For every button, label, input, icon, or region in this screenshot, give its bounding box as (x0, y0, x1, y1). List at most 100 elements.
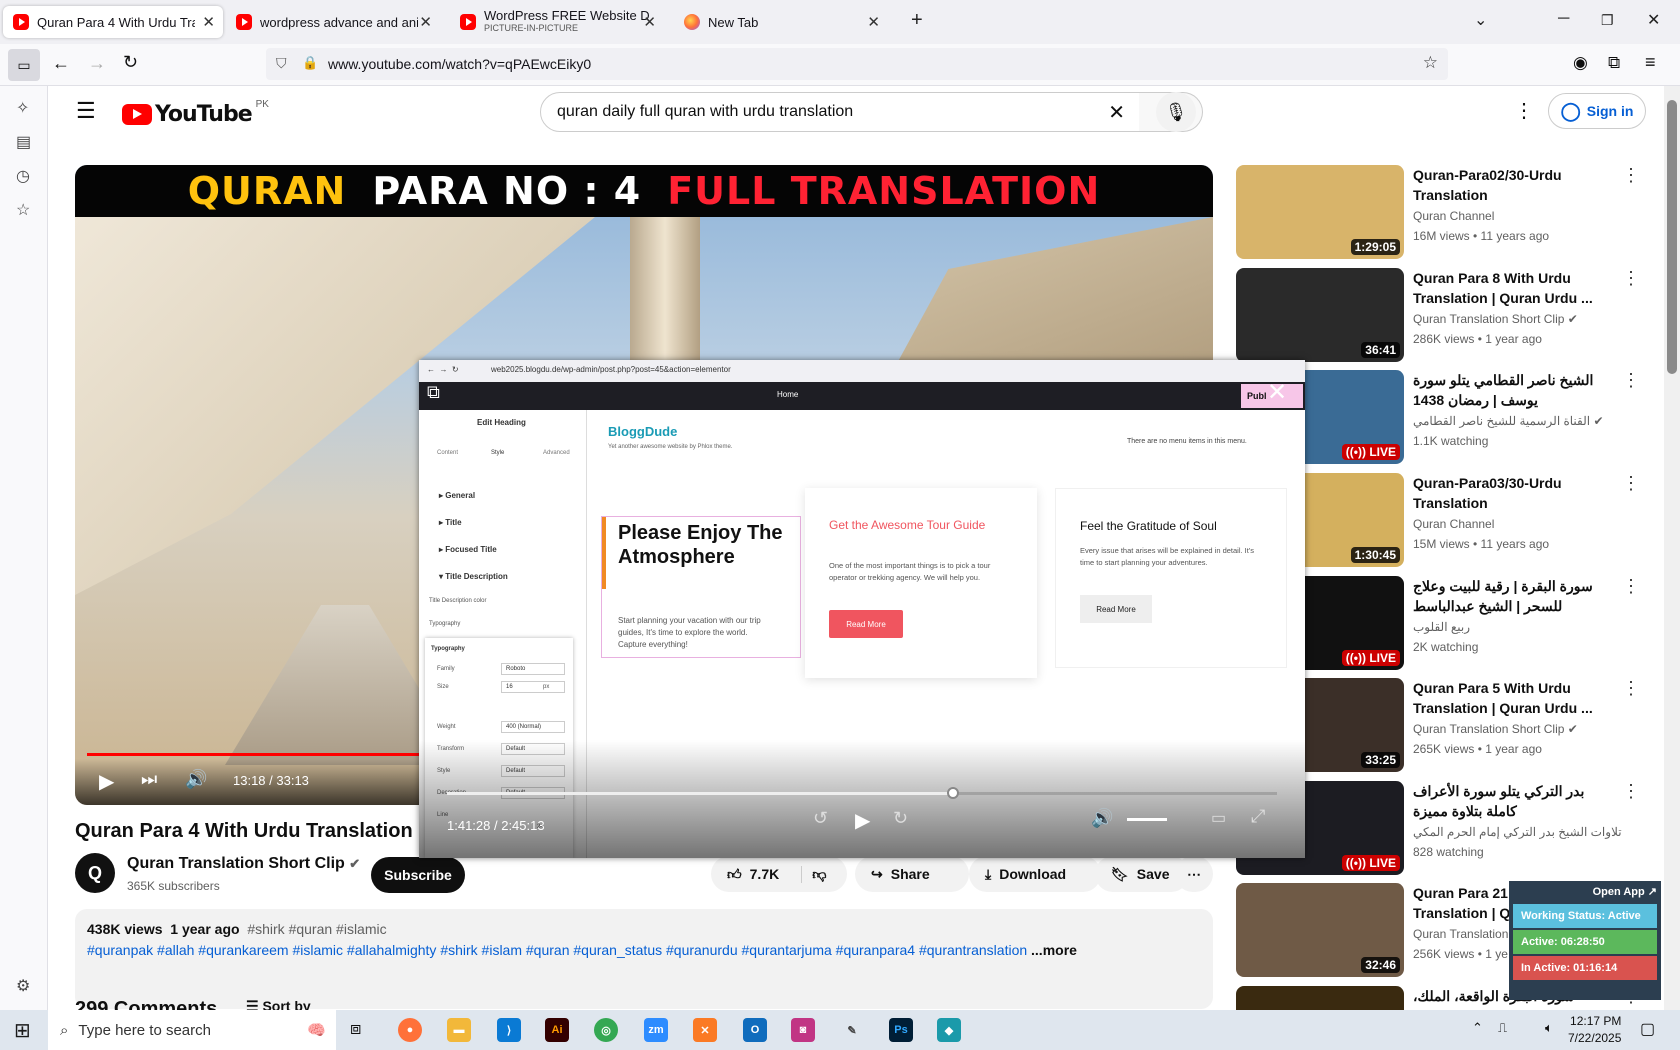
dislike-icon[interactable]: 👎︎ (801, 865, 826, 883)
tab-youtube-quran-para4[interactable]: Quran Para 4 With Urdu Translati ✕ (3, 6, 223, 38)
related-video-title[interactable]: Quran-Para03/30-Urdu Translation (1413, 473, 1603, 513)
pip-captions-icon[interactable]: ▭ (1211, 808, 1226, 828)
new-tab-button[interactable]: + (911, 9, 923, 32)
settings-more-icon[interactable]: ⋮ (1514, 98, 1534, 123)
related-more-icon[interactable]: ⋮ (1622, 473, 1640, 494)
windows-start-icon[interactable]: ⊞ (14, 1018, 31, 1043)
related-video-item[interactable]: 1:29:05 Quran-Para02/30-Urdu Translation… (1236, 165, 1640, 259)
related-video-item[interactable]: 32:46 Quran Para 21 With Urdu Translatio… (1236, 883, 1640, 977)
show-more-link[interactable]: ...more (1031, 942, 1077, 958)
related-channel[interactable]: القناة الرسمية للشيخ ناصر القطامي ✔ (1413, 414, 1604, 428)
xampp-icon[interactable]: ✕ (693, 1018, 717, 1042)
related-more-icon[interactable]: ⋮ (1622, 781, 1640, 802)
youtube-logo[interactable]: YouTube PK (122, 99, 269, 127)
url-text[interactable]: www.youtube.com/watch?v=qPAEwcEiky0 (328, 56, 591, 72)
tab-wordpress-free-website[interactable]: WordPress FREE Website Design PICTURE-IN… (450, 6, 664, 38)
sidebar-toggle-icon[interactable]: ▭ (8, 49, 40, 81)
ai-chat-icon[interactable]: ✧ (16, 98, 29, 118)
illustrator-icon[interactable]: Ai (545, 1018, 569, 1042)
channel-name[interactable]: Quran Translation Short Clip ✔ (127, 855, 360, 873)
related-more-icon[interactable]: ⋮ (1622, 678, 1640, 699)
task-view-icon[interactable]: ⧈ (350, 1018, 361, 1039)
bookmarks-icon[interactable]: ☆ (16, 200, 30, 220)
related-more-icon[interactable]: ⋮ (1622, 165, 1640, 186)
subscribe-button[interactable]: Subscribe (371, 857, 465, 893)
instagram-icon[interactable]: ◙ (791, 1018, 815, 1042)
file-explorer-icon[interactable]: ▬ (447, 1018, 471, 1042)
pip-volume-icon[interactable]: 🔊 (1091, 808, 1113, 829)
taskbar-search-placeholder[interactable]: Type here to search (78, 1022, 211, 1039)
vscode-icon[interactable]: ⟩ (497, 1018, 521, 1042)
close-tab-icon[interactable]: ✕ (867, 13, 880, 31)
taskbar-search-box[interactable]: ⌕ Type here to search 🧠 (48, 1010, 336, 1050)
clear-search-icon[interactable]: ✕ (1108, 100, 1125, 125)
more-actions-button[interactable]: ⋯ (1175, 856, 1213, 892)
related-more-icon[interactable]: ⋮ (1622, 370, 1640, 391)
close-tab-icon[interactable]: ✕ (419, 13, 432, 31)
like-button[interactable]: 👍︎ 7.7K 👎︎ (711, 856, 847, 892)
pip-play-icon[interactable]: ▶ (855, 808, 870, 833)
tab-wordpress-advance[interactable]: wordpress advance and animat ✕ (226, 6, 440, 38)
pen-tool-icon[interactable]: ✎ (840, 1018, 864, 1042)
related-more-icon[interactable]: ⋮ (1622, 576, 1640, 597)
forward-arrow-icon[interactable]: → (88, 53, 106, 74)
description-box[interactable]: 438K views 1 year ago #shirk #quran #isl… (75, 909, 1213, 1009)
voice-search-mic-icon[interactable]: 🎙 (1156, 92, 1196, 132)
related-video-title[interactable]: سورة البقرة | رقية للبيت وعلاج للسحر | ا… (1413, 576, 1603, 616)
network-icon[interactable]: ⎍ (1498, 1020, 1507, 1036)
volume-icon[interactable]: 🔊 (185, 769, 207, 790)
related-video-title[interactable]: Quran Para 5 With Urdu Translation | Qur… (1413, 678, 1603, 718)
extensions-icon[interactable]: ⧉ (1608, 53, 1620, 73)
related-video-title[interactable]: Quran Para 8 With Urdu Translation | Qur… (1413, 268, 1603, 308)
related-channel[interactable]: تلاوات الشيخ بدر التركي إمام الحرم المكي (1413, 825, 1622, 839)
scrollbar-thumb[interactable] (1667, 100, 1677, 374)
close-tab-icon[interactable]: ✕ (202, 13, 215, 31)
speaker-icon[interactable]: 🔈︎ (1545, 1020, 1553, 1036)
synced-tabs-icon[interactable]: ▤ (16, 132, 31, 152)
hashtags[interactable]: #quranpak #allah #qurankareem #islamic #… (87, 942, 1027, 958)
search-query[interactable]: quran daily full quran with urdu transla… (557, 103, 853, 120)
download-button[interactable]: ⤓ Download (969, 856, 1101, 892)
firefox-taskbar-icon[interactable]: ● (398, 1018, 422, 1042)
taskbar-clock[interactable]: 12:17 PM 7/22/2025 (1568, 1013, 1621, 1047)
app-menu-icon[interactable]: ≡ (1645, 52, 1656, 73)
account-icon[interactable]: ◉ (1573, 53, 1588, 73)
reload-icon[interactable]: ↻ (123, 52, 138, 73)
notification-icon[interactable]: ▢ (1640, 1019, 1655, 1039)
related-video-title[interactable]: الشيخ ناصر القطامي يتلو سورة يوسف | رمضا… (1413, 370, 1603, 410)
pip-rewind-icon[interactable]: ↺ (813, 808, 828, 829)
video-thumbnail[interactable]: 36:41 (1236, 268, 1404, 362)
restore-window-button[interactable]: ❐ (1601, 12, 1614, 29)
related-channel[interactable]: Quran Translation Short Clip ✔ (1413, 722, 1578, 736)
pip-return-tab-icon[interactable]: ⧉ (427, 382, 459, 410)
pip-progress-bar[interactable] (447, 787, 1277, 799)
minimize-window-button[interactable]: ─ (1558, 10, 1569, 28)
video-thumbnail[interactable]: 32:46 (1236, 883, 1404, 977)
play-icon[interactable]: ▶ (99, 769, 114, 794)
picture-in-picture-window[interactable]: ← → ↻ web2025.blogdu.de/wp-admin/post.ph… (419, 360, 1305, 858)
pip-forward-icon[interactable]: ↻ (893, 808, 908, 829)
url-bar[interactable]: ⛉ 🔒 www.youtube.com/watch?v=qPAEwcEiky0 … (266, 48, 1448, 80)
history-icon[interactable]: ◷ (16, 166, 30, 186)
share-button[interactable]: ↪ Share (855, 856, 969, 892)
pip-volume-slider[interactable] (1127, 818, 1167, 821)
related-more-icon[interactable]: ⋮ (1622, 268, 1640, 289)
related-video-title[interactable]: Quran-Para02/30-Urdu Translation (1413, 165, 1603, 205)
related-channel[interactable]: Quran Channel (1413, 517, 1494, 531)
tray-chevron-icon[interactable]: ⌃ (1472, 1020, 1483, 1036)
hamburger-menu-icon[interactable]: ☰ (76, 98, 96, 124)
back-arrow-icon[interactable]: ← (52, 53, 70, 74)
related-video-item[interactable]: 36:41 Quran Para 8 With Urdu Translation… (1236, 268, 1640, 362)
tab-new-tab[interactable]: New Tab ✕ (674, 6, 888, 38)
photoshop-icon[interactable]: Ps (889, 1018, 913, 1042)
close-tab-icon[interactable]: ✕ (643, 13, 656, 31)
page-scrollbar[interactable] (1664, 86, 1680, 1010)
related-channel[interactable]: ربيع القلوب (1413, 620, 1470, 634)
close-pip-icon[interactable]: ✕ (1267, 378, 1287, 407)
tab-list-chevron-icon[interactable]: ⌄ (1474, 10, 1487, 30)
video-thumbnail[interactable]: 1:29:05 (1236, 165, 1404, 259)
outlook-icon[interactable]: O (743, 1018, 767, 1042)
chrome-icon[interactable]: ◎ (594, 1018, 618, 1042)
related-video-title[interactable]: بدر التركي يتلو سورة الأعراف كاملة بتلاو… (1413, 781, 1603, 821)
close-window-button[interactable]: ✕ (1647, 10, 1660, 30)
